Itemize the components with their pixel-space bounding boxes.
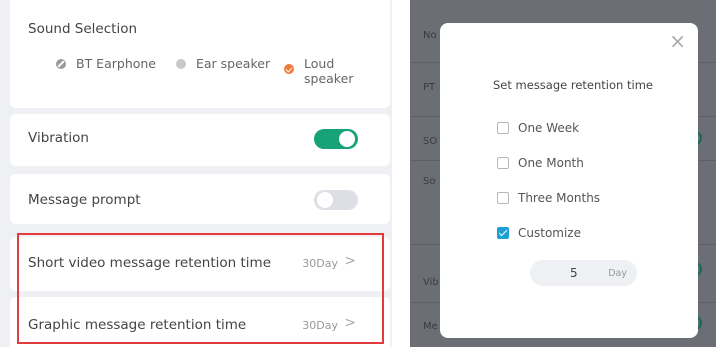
message-prompt-label: Message prompt — [28, 192, 141, 208]
dialog-overlay: No PT SO So Vib Me × Set message retenti… — [410, 0, 716, 347]
custom-days-unit: Day — [608, 268, 627, 279]
vibration-toggle[interactable] — [314, 129, 358, 149]
vibration-row: Vibration — [10, 114, 390, 166]
background-label: Vib — [423, 277, 439, 288]
checkbox-checked-icon — [497, 227, 509, 239]
background-label: SO — [423, 136, 438, 147]
option-label: Customize — [518, 226, 581, 240]
loud-speaker-option[interactable]: Loud speaker — [284, 56, 353, 86]
retention-dialog: × Set message retention time One Week On… — [440, 23, 698, 338]
background-label: No — [423, 30, 437, 41]
ear-speaker-label: Ear speaker — [196, 56, 271, 71]
highlight-box — [17, 233, 384, 344]
option-one-month[interactable]: One Month — [497, 156, 584, 170]
background-label: Me — [423, 321, 438, 332]
custom-days-value: 5 — [570, 266, 578, 280]
toggle-knob — [339, 131, 355, 147]
bt-off-icon — [56, 59, 66, 69]
bt-earphone-label: BT Earphone — [76, 56, 156, 71]
checkbox-icon — [497, 192, 509, 204]
option-three-months[interactable]: Three Months — [497, 191, 600, 205]
background-label: PT — [423, 82, 436, 93]
option-one-week[interactable]: One Week — [497, 121, 579, 135]
close-icon[interactable]: × — [669, 29, 686, 53]
toggle-knob — [317, 192, 333, 208]
option-customize[interactable]: Customize — [497, 226, 581, 240]
loud-speaker-label-line1: Loud — [304, 56, 335, 71]
radio-selected-icon — [284, 64, 294, 74]
sound-selection-title: Sound Selection — [28, 21, 138, 37]
sound-selection-card: Sound Selection BT Earphone Ear speaker … — [10, 0, 390, 108]
loud-speaker-label-line2: speaker — [304, 71, 354, 86]
message-prompt-toggle[interactable] — [314, 190, 358, 210]
settings-panel: Sound Selection BT Earphone Ear speaker … — [0, 0, 392, 347]
ear-speaker-option[interactable]: Ear speaker — [176, 56, 270, 71]
bt-earphone-option[interactable]: BT Earphone — [56, 56, 156, 71]
option-label: Three Months — [518, 191, 601, 205]
option-label: One Week — [518, 121, 580, 135]
dialog-title: Set message retention time — [493, 78, 653, 92]
message-prompt-row: Message prompt — [10, 174, 390, 224]
option-label: One Month — [518, 156, 584, 170]
custom-days-input[interactable]: 5 Day — [530, 260, 637, 286]
background-label: So — [423, 176, 436, 187]
checkbox-icon — [497, 157, 509, 169]
radio-unselected-icon — [176, 59, 186, 69]
vibration-label: Vibration — [28, 130, 89, 146]
checkbox-icon — [497, 122, 509, 134]
